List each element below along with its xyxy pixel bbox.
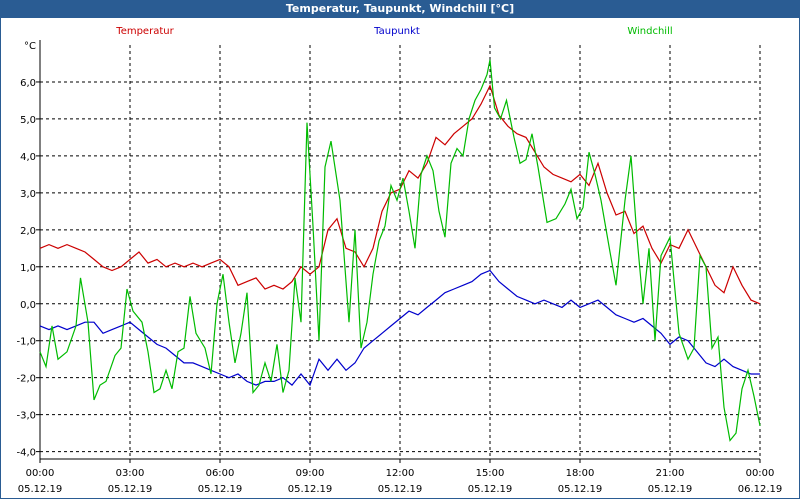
y-tick-label: 0,0 (20, 300, 36, 311)
y-axis-label: °C (24, 41, 36, 52)
y-tick-label: -4,0 (16, 448, 36, 459)
x-tick-date: 05.12.19 (648, 484, 693, 495)
y-tick-label: 6,0 (20, 78, 36, 89)
x-tick-date: 05.12.19 (198, 484, 243, 495)
line-chart: -4,0 -3,0 -2,0 -1,0 0,0 1,0 2,0 3,0 4,0 5,0 6,0 °C 0… (16, 26, 783, 495)
y-tick-label: 5,0 (20, 115, 36, 126)
x-tick-date: 06.12.19 (738, 484, 783, 495)
legend-windchill: Windchill (627, 26, 672, 37)
x-tick-date: 05.12.19 (378, 484, 423, 495)
y-tick-label: 1,0 (20, 263, 36, 274)
y-tick-label: 3,0 (20, 189, 36, 200)
x-tick-date: 05.12.19 (468, 484, 513, 495)
x-tick-time: 18:00 (566, 468, 595, 479)
x-tick-time: 09:00 (296, 468, 325, 479)
y-tick-label: 2,0 (20, 226, 36, 237)
x-tick-time: 00:00 (26, 468, 55, 479)
x-tick-time: 03:00 (116, 468, 145, 479)
x-tick-date: 05.12.19 (558, 484, 603, 495)
y-tick-label: -2,0 (16, 374, 36, 385)
x-tick-time: 21:00 (656, 468, 685, 479)
x-tick-time: 00:00 (746, 468, 775, 479)
legend-temperatur: Temperatur (115, 26, 174, 37)
y-tick-label: 4,0 (20, 152, 36, 163)
y-tick-label: -1,0 (16, 337, 36, 348)
y-tick-label: -3,0 (16, 411, 36, 422)
x-tick-time: 15:00 (476, 468, 505, 479)
x-tick-time: 12:00 (386, 468, 415, 479)
x-tick-date: 05.12.19 (18, 484, 63, 495)
x-tick-date: 05.12.19 (288, 484, 333, 495)
legend: Temperatur Taupunkt Windchill (115, 26, 672, 37)
legend-taupunkt: Taupunkt (373, 26, 420, 37)
x-tick-date: 05.12.19 (108, 484, 153, 495)
x-tick-time: 06:00 (206, 468, 235, 479)
